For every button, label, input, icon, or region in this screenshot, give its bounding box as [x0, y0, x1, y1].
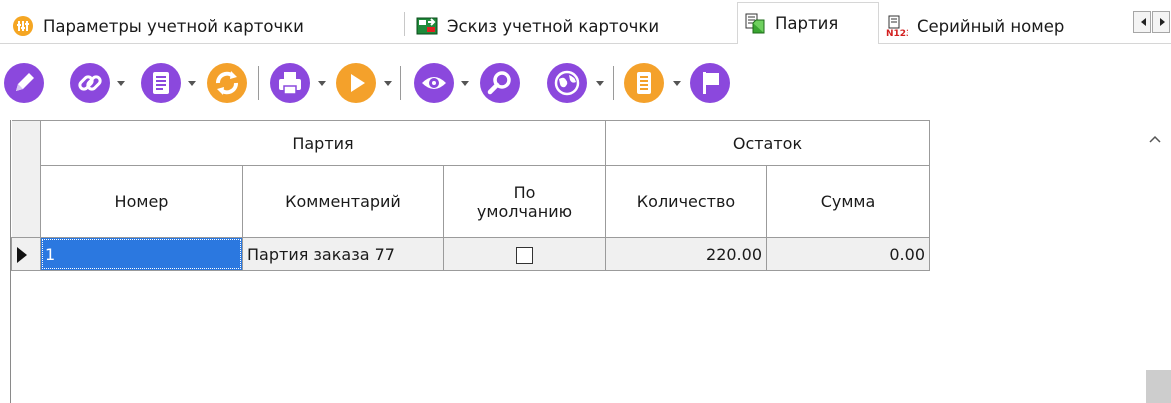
- printer-icon: [279, 72, 301, 95]
- globe-icon: [554, 70, 580, 96]
- view-button[interactable]: [414, 63, 454, 103]
- tab-card-sketch[interactable]: Эскиз учетной карточки: [410, 8, 659, 44]
- tab-card-parameters[interactable]: Параметры учетной карточки: [6, 8, 304, 44]
- sketch-icon: [416, 17, 438, 35]
- column-header-default[interactable]: По умолчанию: [443, 165, 606, 238]
- tab-serial-number[interactable]: N123 Серийный номер: [880, 8, 1132, 44]
- tab-scroll-left-button[interactable]: [1133, 11, 1151, 33]
- web-button[interactable]: [547, 63, 587, 103]
- link-dropdown-arrow[interactable]: [117, 81, 125, 86]
- cell-default[interactable]: [443, 237, 606, 271]
- tab-label: Эскиз учетной карточки: [447, 16, 660, 36]
- link-icon: [78, 75, 102, 91]
- link-button[interactable]: [70, 63, 110, 103]
- cell-amount[interactable]: 0.00: [766, 237, 930, 271]
- cell-number[interactable]: 1: [40, 237, 243, 271]
- tab-scroll-right-button[interactable]: [1152, 11, 1170, 33]
- tab-label: Параметры учетной карточки: [43, 16, 304, 36]
- notes-dropdown-arrow[interactable]: [673, 81, 681, 86]
- toolbar-separator: [613, 66, 614, 100]
- tab-strip: Параметры учетной карточки Эскиз учетной…: [0, 0, 1171, 44]
- column-header-quantity[interactable]: Количество: [605, 165, 767, 238]
- column-header-number[interactable]: Номер: [40, 165, 243, 238]
- scroll-up-arrow[interactable]: [1147, 132, 1163, 148]
- refresh-button[interactable]: [207, 63, 247, 103]
- tab-separator: [404, 12, 405, 36]
- document-dropdown-arrow[interactable]: [188, 81, 196, 86]
- batch-icon: [745, 13, 765, 33]
- column-header-amount[interactable]: Сумма: [766, 165, 930, 238]
- tab-label: Партия: [775, 14, 839, 33]
- toolbar-separator: [258, 66, 259, 100]
- batch-grid: Партия Остаток Номер Комментарий По умол…: [11, 120, 930, 271]
- search-button[interactable]: [480, 63, 520, 103]
- view-dropdown-arrow[interactable]: [461, 81, 469, 86]
- cell-quantity[interactable]: 220.00: [605, 237, 767, 271]
- scrollbar-thumb[interactable]: [1146, 370, 1171, 403]
- toolbar-separator: [400, 66, 401, 100]
- web-dropdown-arrow[interactable]: [596, 81, 604, 86]
- document-icon: [153, 72, 169, 94]
- table-row[interactable]: 1 Партия заказа 77 220.00 0.00: [11, 237, 930, 271]
- serial-number-icon: N123: [886, 15, 908, 37]
- cell-comment[interactable]: Партия заказа 77: [242, 237, 444, 271]
- run-button[interactable]: [336, 63, 376, 103]
- refresh-icon: [216, 71, 238, 95]
- column-header-comment[interactable]: Комментарий: [242, 165, 444, 238]
- pencil-icon: [16, 73, 34, 91]
- svg-text:N123: N123: [886, 29, 908, 37]
- eye-icon: [422, 77, 446, 89]
- toolbar: [0, 58, 1171, 108]
- flag-icon: [703, 72, 719, 94]
- notes-icon: [637, 72, 651, 94]
- vertical-scrollbar[interactable]: [1143, 120, 1171, 403]
- current-row-indicator: [11, 237, 41, 271]
- search-icon: [487, 71, 511, 95]
- batch-group-header: Партия: [40, 120, 606, 166]
- run-dropdown-arrow[interactable]: [384, 81, 392, 86]
- print-dropdown-arrow[interactable]: [318, 81, 326, 86]
- tab-scroll-arrows: [1133, 11, 1171, 33]
- edit-button[interactable]: [4, 63, 44, 103]
- row-indicator-header: [11, 120, 41, 238]
- tab-label: Серийный номер: [917, 16, 1065, 36]
- tab-batch[interactable]: Партия: [737, 2, 879, 44]
- play-icon: [351, 74, 365, 92]
- notes-button[interactable]: [624, 63, 664, 103]
- print-button[interactable]: [270, 63, 310, 103]
- document-button[interactable]: [141, 63, 181, 103]
- flag-button[interactable]: [690, 63, 730, 103]
- default-checkbox[interactable]: [516, 246, 533, 264]
- balance-group-header: Остаток: [605, 120, 930, 166]
- parameters-icon: [13, 16, 33, 36]
